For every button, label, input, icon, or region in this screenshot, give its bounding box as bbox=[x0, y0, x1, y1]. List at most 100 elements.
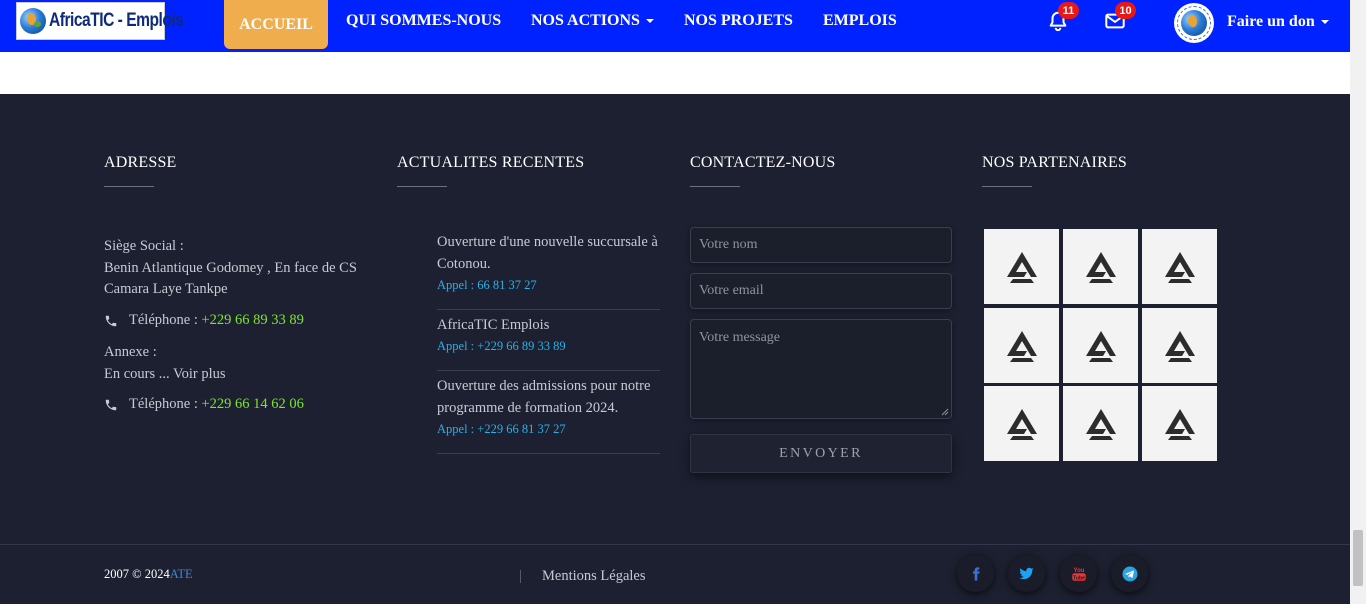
hq-line-2: Camara Laye Tankpe bbox=[104, 281, 228, 297]
partner-logo-icon bbox=[1164, 330, 1195, 362]
svg-text:You: You bbox=[1073, 567, 1084, 573]
divider bbox=[397, 186, 447, 187]
footer-title-contact: CONTACTEZ-NOUS bbox=[690, 154, 836, 171]
svg-text:Tube: Tube bbox=[1072, 575, 1084, 581]
messages-button[interactable]: 10 bbox=[1104, 2, 1136, 32]
divider bbox=[437, 370, 660, 371]
partner-logo-icon bbox=[1006, 330, 1037, 362]
twitter-button[interactable] bbox=[1008, 555, 1045, 592]
nav-nos-projets[interactable]: NOS PROJETS bbox=[684, 12, 793, 30]
scrollbar[interactable] bbox=[1350, 0, 1366, 604]
footer-title-partners: NOS PARTENAIRES bbox=[982, 154, 1128, 171]
avatar[interactable] bbox=[1174, 3, 1214, 43]
partner-logo-icon bbox=[1085, 330, 1116, 362]
name-input-placeholder: Votre nom bbox=[699, 237, 758, 252]
youtube-button[interactable]: You Tube bbox=[1060, 555, 1097, 592]
partner-tile[interactable] bbox=[1142, 386, 1217, 461]
page-content-area bbox=[0, 52, 1350, 94]
site-logo[interactable]: AfricaTIC - Emplois bbox=[16, 2, 184, 40]
news-item[interactable]: AfricaTIC Emplois Appel : +229 66 89 33 … bbox=[437, 314, 660, 354]
hq-line-1: Benin Atlantique Godomey , En face de CS bbox=[104, 259, 357, 276]
phone-icon bbox=[105, 315, 117, 326]
telegram-icon bbox=[1122, 566, 1137, 581]
notifications-badge: 11 bbox=[1058, 2, 1079, 19]
copyright-link[interactable]: ATE bbox=[170, 567, 193, 581]
news-phone: Appel : +229 66 89 33 89 bbox=[437, 339, 566, 353]
chevron-down-icon bbox=[645, 19, 654, 24]
phone-icon bbox=[105, 399, 117, 410]
twitter-icon bbox=[1019, 567, 1034, 580]
nav-emplois[interactable]: EMPLOIS bbox=[823, 12, 897, 30]
globe-icon bbox=[1181, 10, 1207, 36]
partner-logo-icon bbox=[1085, 251, 1116, 283]
partner-tile[interactable] bbox=[984, 308, 1059, 383]
email-input[interactable]: Votre email bbox=[690, 273, 952, 309]
telegram-button[interactable] bbox=[1111, 555, 1148, 592]
news-item[interactable]: Ouverture d'une nouvelle succursale à Co… bbox=[437, 231, 660, 293]
divider bbox=[690, 186, 740, 187]
donate-dropdown[interactable]: Faire un don bbox=[1227, 13, 1329, 31]
phone-1-label: Téléphone : bbox=[129, 312, 198, 328]
mentions-legales-link[interactable]: Mentions Légales bbox=[542, 568, 646, 585]
donate-label: Faire un don bbox=[1227, 13, 1315, 30]
top-navbar: AfricaTIC - Emplois ACCUEIL QUI SOMMES-N… bbox=[0, 0, 1350, 52]
news-title: Ouverture des admissions pour notre prog… bbox=[437, 378, 651, 416]
nav-nos-actions[interactable]: NOS ACTIONS bbox=[531, 12, 654, 30]
copyright: 2007 © 2024ATE bbox=[104, 567, 193, 582]
partner-tile[interactable] bbox=[1063, 308, 1138, 383]
partner-logo-icon bbox=[1164, 408, 1195, 440]
logo-text: AfricaTIC - Emplois bbox=[49, 10, 184, 31]
phone-line-1: Téléphone : +229 66 89 33 89 bbox=[104, 312, 304, 329]
copyright-text: 2007 © 2024 bbox=[104, 567, 170, 581]
annex-label: Annexe : bbox=[104, 344, 157, 360]
facebook-button[interactable] bbox=[957, 555, 994, 592]
footer-separator bbox=[0, 544, 1350, 545]
message-textarea[interactable]: Votre message bbox=[690, 319, 952, 419]
partner-logo-icon bbox=[1006, 251, 1037, 283]
annex-block: Annexe : En cours ... Voir plus bbox=[104, 342, 226, 385]
divider bbox=[982, 186, 1032, 187]
phone-2-value[interactable]: +229 66 14 62 06 bbox=[201, 396, 303, 413]
partner-tile[interactable] bbox=[1063, 386, 1138, 461]
footer-title-news: ACTUALITES RECENTES bbox=[397, 154, 585, 171]
partner-tile[interactable] bbox=[1063, 229, 1138, 304]
phone-2-label: Téléphone : bbox=[129, 396, 198, 412]
divider bbox=[437, 309, 660, 310]
partner-tile[interactable] bbox=[1142, 308, 1217, 383]
divider bbox=[104, 186, 154, 187]
news-title: Ouverture d'une nouvelle succursale à Co… bbox=[437, 234, 658, 272]
phone-1-value[interactable]: +229 66 89 33 89 bbox=[201, 312, 303, 329]
partner-logo-icon bbox=[1085, 408, 1116, 440]
news-phone: Appel : 66 81 37 27 bbox=[437, 278, 537, 292]
news-phone: Appel : +229 66 81 37 27 bbox=[437, 422, 566, 436]
news-title: AfricaTIC Emplois bbox=[437, 317, 550, 333]
partner-tile[interactable] bbox=[984, 386, 1059, 461]
nav-qui-sommes-nous[interactable]: QUI SOMMES-NOUS bbox=[346, 12, 501, 30]
nav-nos-actions-label: NOS ACTIONS bbox=[531, 12, 640, 29]
message-textarea-placeholder: Votre message bbox=[699, 330, 780, 345]
chevron-down-icon bbox=[1320, 20, 1329, 25]
scrollbar-thumb[interactable] bbox=[1353, 530, 1363, 586]
youtube-icon: You Tube bbox=[1071, 567, 1086, 581]
annex-value[interactable]: En cours ... Voir plus bbox=[104, 364, 226, 386]
divider bbox=[437, 453, 660, 454]
news-item[interactable]: Ouverture des admissions pour notre prog… bbox=[437, 375, 660, 437]
address-block: Siège Social : Benin Atlantique Godomey … bbox=[104, 236, 357, 301]
divider bbox=[520, 570, 521, 583]
partner-tile[interactable] bbox=[984, 229, 1059, 304]
email-input-placeholder: Votre email bbox=[699, 283, 764, 298]
notifications-button[interactable]: 11 bbox=[1047, 2, 1079, 32]
partner-logo-icon bbox=[1164, 251, 1195, 283]
messages-badge: 10 bbox=[1115, 2, 1136, 19]
facebook-icon bbox=[972, 566, 980, 581]
hq-label: Siège Social : bbox=[104, 238, 184, 254]
phone-line-2: Téléphone : +229 66 14 62 06 bbox=[104, 396, 304, 413]
resize-grip-icon[interactable] bbox=[941, 408, 949, 416]
name-input[interactable]: Votre nom bbox=[690, 227, 952, 263]
footer: ADRESSE ACTUALITES RECENTES CONTACTEZ-NO… bbox=[0, 94, 1350, 604]
nav-accueil[interactable]: ACCUEIL bbox=[224, 0, 328, 49]
partner-logo-icon bbox=[1006, 408, 1037, 440]
partner-tile[interactable] bbox=[1142, 229, 1217, 304]
footer-title-address: ADRESSE bbox=[104, 154, 177, 171]
send-button[interactable]: ENVOYER bbox=[690, 434, 952, 473]
